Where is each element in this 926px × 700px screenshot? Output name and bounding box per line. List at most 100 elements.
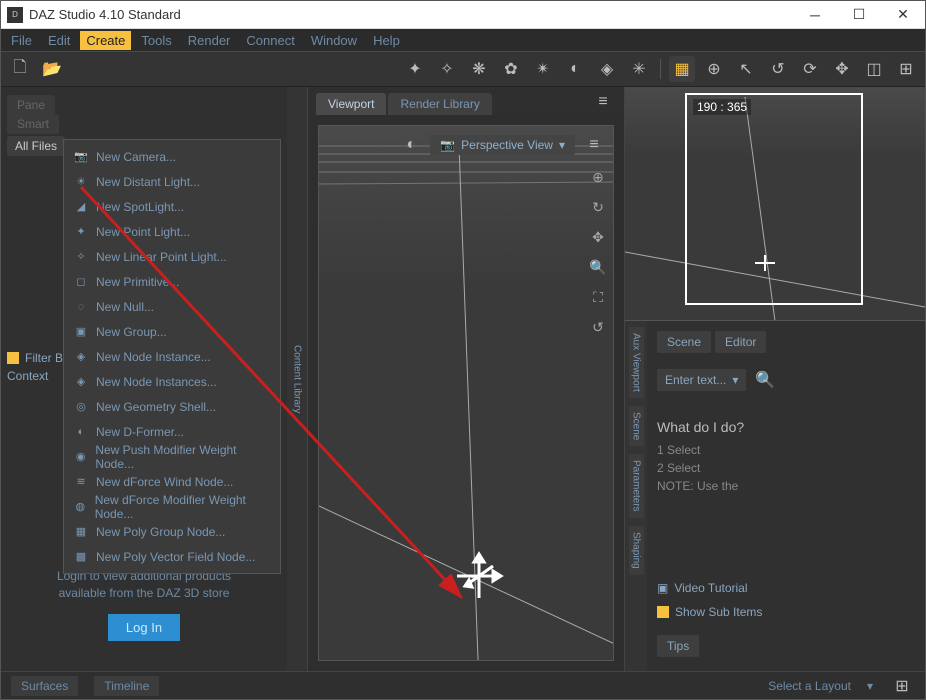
- tool-icon-3[interactable]: ❋: [466, 56, 492, 82]
- titlebar: D DAZ Studio 4.10 Standard ─ ☐ ✕: [1, 1, 925, 29]
- menu-tools[interactable]: Tools: [135, 31, 177, 50]
- surfaces-button[interactable]: Surfaces: [11, 676, 78, 696]
- enter-text-dropdown[interactable]: Enter text... ▾: [657, 369, 746, 391]
- menuitem-new-camera[interactable]: 📷New Camera...: [64, 144, 280, 169]
- tool-icon-6[interactable]: ◐: [562, 56, 588, 82]
- menuitem-new-dformer[interactable]: ◐New D-Former...: [64, 419, 280, 444]
- menuitem-new-poly-vector[interactable]: ▩New Poly Vector Field Node...: [64, 544, 280, 569]
- frame-selection-box: [685, 93, 863, 305]
- menu-help[interactable]: Help: [367, 31, 406, 50]
- menu-window[interactable]: Window: [305, 31, 363, 50]
- polygroup-icon: ▦: [74, 525, 88, 539]
- menu-render[interactable]: Render: [182, 31, 237, 50]
- new-file-icon[interactable]: 🗋: [7, 56, 33, 82]
- search-icon[interactable]: 🔍: [752, 367, 778, 393]
- menuitem-new-null[interactable]: ◌New Null...: [64, 294, 280, 319]
- tab-scene[interactable]: Scene: [657, 331, 711, 353]
- gizmo-icon[interactable]: ⊕: [701, 56, 727, 82]
- layout-options-icon[interactable]: ⊞: [889, 673, 915, 699]
- rotate-tool-icon[interactable]: ↻: [587, 196, 609, 218]
- menuitem-new-geometry-shell[interactable]: ◎New Geometry Shell...: [64, 394, 280, 419]
- minimize-button[interactable]: ─: [793, 1, 837, 29]
- menu-create[interactable]: Create: [80, 31, 131, 50]
- tool-icon-5[interactable]: ✴: [530, 56, 556, 82]
- open-file-icon[interactable]: 📂: [39, 56, 65, 82]
- timeline-button[interactable]: Timeline: [94, 676, 159, 696]
- video-icon: ▣: [657, 581, 668, 595]
- menuitem-new-spotlight[interactable]: ◢New SpotLight...: [64, 194, 280, 219]
- video-button[interactable]: ▣ Video Tutorial: [657, 581, 915, 595]
- light-icon: ☀: [74, 175, 88, 189]
- side-tab-scene[interactable]: Scene: [629, 406, 644, 446]
- view-dropdown[interactable]: 📷 Perspective View ▾: [430, 135, 575, 155]
- close-button[interactable]: ✕: [881, 1, 925, 29]
- orbit-icon[interactable]: ⟳: [797, 56, 823, 82]
- menuitem-new-node-instance[interactable]: ◈New Node Instance...: [64, 344, 280, 369]
- group-icon: ▣: [74, 325, 88, 339]
- menu-edit[interactable]: Edit: [42, 31, 76, 50]
- menu-connect[interactable]: Connect: [240, 31, 300, 50]
- linear-light-icon: ✧: [74, 250, 88, 264]
- scale-icon[interactable]: ◫: [861, 56, 887, 82]
- status-bar: Surfaces Timeline Select a Layout ▾ ⊞: [1, 671, 925, 699]
- tab-editor[interactable]: Editor: [715, 331, 766, 353]
- maximize-button[interactable]: ☐: [837, 1, 881, 29]
- step-2: 2 Select: [657, 461, 915, 475]
- tool-icon-7[interactable]: ◈: [594, 56, 620, 82]
- point-light-icon: ✦: [74, 225, 88, 239]
- reset-tool-icon[interactable]: ↺: [587, 316, 609, 338]
- all-files-chip[interactable]: All Files: [7, 136, 65, 156]
- coords-label: 190 : 365: [693, 99, 751, 115]
- tab-viewport[interactable]: Viewport: [316, 93, 386, 115]
- dformer-icon: ◐: [74, 425, 88, 439]
- push-icon: ◉: [74, 450, 87, 464]
- pan-icon[interactable]: ✥: [829, 56, 855, 82]
- side-tab-shaping[interactable]: Shaping: [629, 526, 644, 575]
- cursor-icon[interactable]: ↖: [733, 56, 759, 82]
- menuitem-new-linear-light[interactable]: ✧New Linear Point Light...: [64, 244, 280, 269]
- window-title: DAZ Studio 4.10 Standard: [29, 7, 793, 22]
- tab-render-library[interactable]: Render Library: [388, 93, 491, 115]
- menuitem-new-dforce-wind[interactable]: ≋New dForce Wind Node...: [64, 469, 280, 494]
- menuitem-new-point-light[interactable]: ✦New Point Light...: [64, 219, 280, 244]
- tab-pane-a[interactable]: Pane: [7, 95, 55, 115]
- frame-tool-icon[interactable]: ⛶: [587, 286, 609, 308]
- aux-viewport[interactable]: 190 : 365: [625, 87, 925, 321]
- main-viewport[interactable]: ◐ 📷 Perspective View ▾ ≡ ⊕ ↻: [318, 125, 614, 661]
- toolbar: 🗋 📂 ✦ ✧ ❋ ✿ ✴ ◐ ◈ ✳ ▦ ⊕ ↖ ↺ ⟳ ✥ ◫ ⊞: [1, 51, 925, 87]
- menuitem-new-node-instances[interactable]: ◈New Node Instances...: [64, 369, 280, 394]
- note-label: NOTE: Use the: [657, 479, 915, 493]
- tab-tips[interactable]: Tips: [657, 635, 699, 657]
- tool-icon-8[interactable]: ✳: [626, 56, 652, 82]
- pan-tool-icon[interactable]: ✥: [587, 226, 609, 248]
- menuitem-new-poly-group[interactable]: ▦New Poly Group Node...: [64, 519, 280, 544]
- login-button[interactable]: Log In: [108, 614, 180, 641]
- select-layout[interactable]: Select a Layout: [768, 679, 851, 693]
- side-tab-aux[interactable]: Aux Viewport: [629, 327, 644, 398]
- tool-icon-4[interactable]: ✿: [498, 56, 524, 82]
- menuitem-new-group[interactable]: ▣New Group...: [64, 319, 280, 344]
- tool-active-icon[interactable]: ▦: [669, 56, 695, 82]
- viewport-menu-icon[interactable]: ≡: [590, 89, 616, 115]
- camera-icon: 📷: [74, 150, 88, 164]
- menuitem-new-distant-light[interactable]: ☀New Distant Light...: [64, 169, 280, 194]
- menuitem-new-push-modifier[interactable]: ◉New Push Modifier Weight Node...: [64, 444, 280, 469]
- tool-icon-last[interactable]: ⊞: [893, 56, 919, 82]
- show-sub-check-icon[interactable]: [657, 606, 669, 618]
- menu-file[interactable]: File: [5, 31, 38, 50]
- tab-pane-b[interactable]: Smart: [7, 114, 59, 134]
- tool-icon-1[interactable]: ✦: [402, 56, 428, 82]
- menuitem-new-dforce-modifier[interactable]: ◍New dForce Modifier Weight Node...: [64, 494, 280, 519]
- viewport-sphere-icon[interactable]: ◐: [398, 132, 424, 158]
- filter-check-icon[interactable]: [7, 352, 19, 364]
- content-library-side-tab[interactable]: Content Library: [287, 87, 307, 671]
- wind-icon: ≋: [74, 475, 88, 489]
- rotate-icon[interactable]: ↺: [765, 56, 791, 82]
- side-tab-parameters[interactable]: Parameters: [629, 454, 644, 518]
- zoom-tool-icon[interactable]: 🔍: [587, 256, 609, 278]
- viewport-options-icon[interactable]: ≡: [581, 132, 607, 158]
- dforce-mod-icon: ◍: [74, 500, 87, 514]
- menuitem-new-primitive[interactable]: ◻New Primitive...: [64, 269, 280, 294]
- tool-icon-2[interactable]: ✧: [434, 56, 460, 82]
- orbit-tool-icon[interactable]: ⊕: [587, 166, 609, 188]
